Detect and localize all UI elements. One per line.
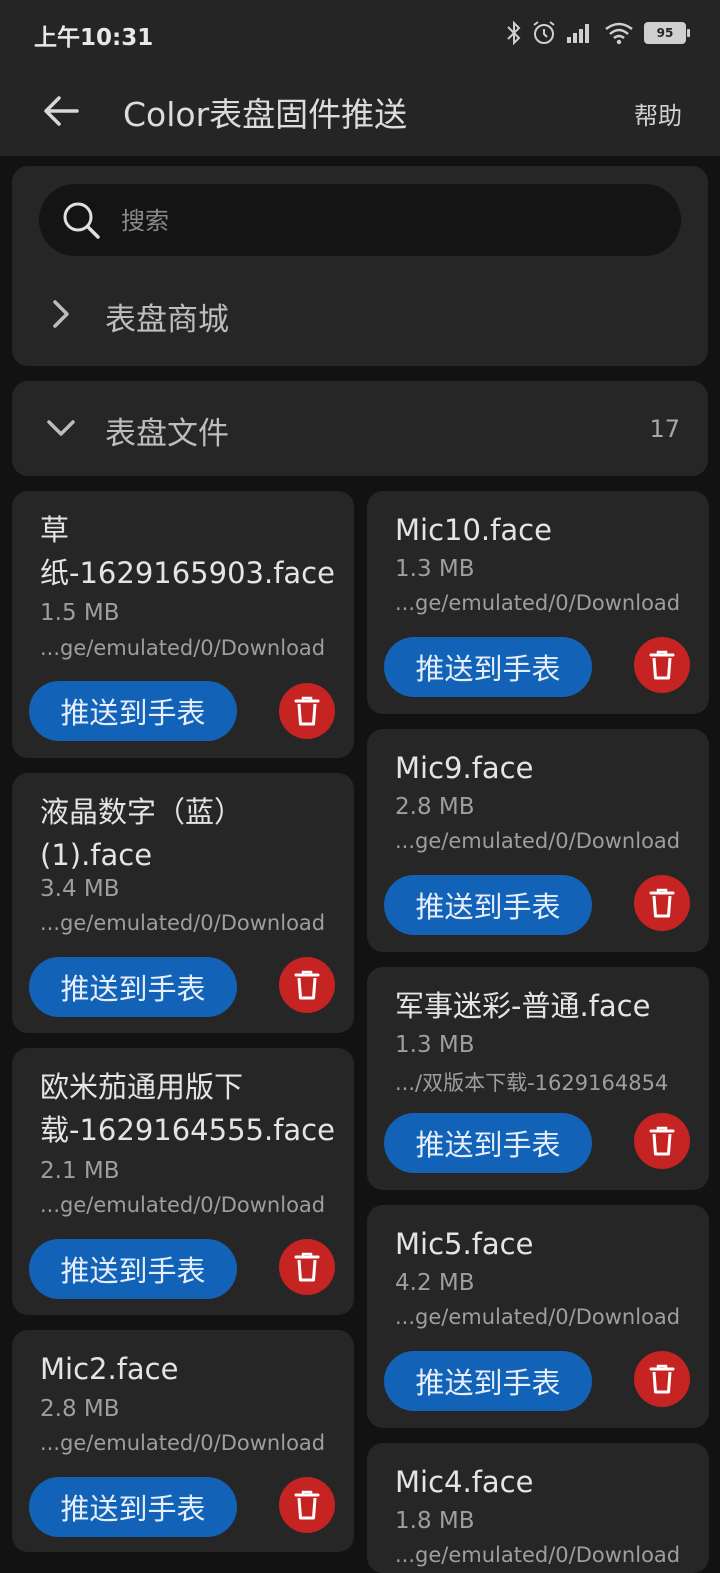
trash-icon	[649, 650, 675, 680]
files-label: 表盘文件	[105, 416, 229, 452]
push-to-watch-button[interactable]: 推送到手表	[384, 1351, 592, 1411]
push-to-watch-button[interactable]: 推送到手表	[384, 1113, 592, 1173]
page-title: Color表盘固件推送	[123, 95, 408, 134]
file-card: 欧米茄通用版下载-1629164555.face 2.1 MB ...ge/em…	[12, 1048, 354, 1315]
trash-icon	[294, 970, 320, 1000]
push-to-watch-button[interactable]: 推送到手表	[29, 681, 237, 741]
chevron-right-icon	[44, 297, 78, 331]
file-name: Mic5.face	[395, 1227, 534, 1261]
push-to-watch-button[interactable]: 推送到手表	[29, 957, 237, 1017]
file-card: Mic2.face 2.8 MB ...ge/emulated/0/Downlo…	[12, 1330, 354, 1552]
battery-level: 95	[644, 22, 686, 44]
file-card: 军事迷彩-普通.face 1.3 MB .../双版本下载-1629164854…	[367, 967, 709, 1190]
wifi-icon	[604, 21, 634, 45]
file-size: 4.2 MB	[395, 1270, 475, 1296]
file-card: 草纸-1629165903.face 1.5 MB ...ge/emulated…	[12, 491, 354, 758]
delete-button[interactable]	[634, 875, 690, 931]
files-count: 17	[649, 415, 680, 443]
status-time: 上午10:31	[34, 25, 154, 51]
status-icons: 95	[506, 14, 690, 52]
file-size: 2.8 MB	[40, 1396, 120, 1422]
push-to-watch-button[interactable]: 推送到手表	[384, 875, 592, 935]
file-name: 欧米茄通用版下载-1629164555.face	[40, 1070, 335, 1147]
file-size: 2.8 MB	[395, 794, 475, 820]
file-path: ...ge/emulated/0/Download	[40, 636, 326, 660]
trash-icon	[294, 1252, 320, 1282]
trash-icon	[294, 696, 320, 726]
file-name: Mic9.face	[395, 751, 534, 785]
store-label: 表盘商城	[105, 302, 229, 338]
file-name: 液晶数字（蓝）(1).face	[40, 795, 244, 872]
app-bar: Color表盘固件推送 帮助	[0, 66, 720, 156]
file-card: Mic10.face 1.3 MB ...ge/emulated/0/Downl…	[367, 491, 709, 714]
delete-button[interactable]	[279, 683, 335, 739]
file-size: 1.5 MB	[40, 600, 120, 626]
file-path: ...ge/emulated/0/Download	[395, 591, 681, 615]
delete-button[interactable]	[279, 957, 335, 1013]
file-card: Mic4.face 1.8 MB ...ge/emulated/0/Downlo…	[367, 1443, 709, 1573]
files-expander[interactable]: 表盘文件 17	[12, 393, 708, 463]
files-section-header[interactable]: 表盘文件 17	[12, 381, 708, 476]
trash-icon	[649, 1364, 675, 1394]
signal-icon	[566, 22, 594, 44]
search-bar[interactable]	[39, 184, 681, 256]
push-to-watch-button[interactable]: 推送到手表	[384, 637, 592, 697]
file-name: Mic10.face	[395, 513, 552, 547]
file-card: Mic9.face 2.8 MB ...ge/emulated/0/Downlo…	[367, 729, 709, 952]
help-button[interactable]: 帮助	[634, 96, 682, 131]
search-panel: 表盘商城	[12, 166, 708, 366]
delete-button[interactable]	[279, 1477, 335, 1533]
file-size: 2.1 MB	[40, 1158, 120, 1184]
push-to-watch-button[interactable]: 推送到手表	[29, 1477, 237, 1537]
delete-button[interactable]	[634, 637, 690, 693]
trash-icon	[649, 888, 675, 918]
alarm-icon	[532, 20, 556, 46]
trash-icon	[294, 1490, 320, 1520]
file-name: 草纸-1629165903.face	[40, 513, 335, 590]
file-card: 液晶数字（蓝）(1).face 3.4 MB ...ge/emulated/0/…	[12, 773, 354, 1033]
file-name: 军事迷彩-普通.face	[395, 989, 651, 1023]
file-card: Mic5.face 4.2 MB ...ge/emulated/0/Downlo…	[367, 1205, 709, 1428]
bluetooth-icon	[506, 20, 522, 46]
delete-button[interactable]	[634, 1113, 690, 1169]
file-size: 1.3 MB	[395, 556, 475, 582]
search-icon	[61, 200, 101, 244]
arrow-back-icon[interactable]	[40, 90, 82, 132]
file-path: ...ge/emulated/0/Download	[40, 1193, 326, 1217]
file-size: 1.3 MB	[395, 1032, 475, 1058]
push-to-watch-button[interactable]: 推送到手表	[29, 1239, 237, 1299]
file-size: 3.4 MB	[40, 876, 120, 902]
battery-icon: 95	[644, 22, 690, 44]
store-expander[interactable]: 表盘商城	[12, 279, 708, 349]
status-bar: 上午10:31 95	[0, 0, 720, 66]
file-path: ...ge/emulated/0/Download	[40, 911, 326, 935]
file-name: Mic2.face	[40, 1352, 179, 1386]
file-path: ...ge/emulated/0/Download	[395, 1305, 681, 1329]
chevron-down-icon	[44, 411, 78, 445]
search-input[interactable]	[119, 202, 663, 240]
file-size: 1.8 MB	[395, 1508, 475, 1534]
delete-button[interactable]	[634, 1351, 690, 1407]
file-path: .../双版本下载-1629164854	[395, 1071, 669, 1095]
file-path: ...ge/emulated/0/Download	[40, 1431, 326, 1455]
file-path: ...ge/emulated/0/Download	[395, 1543, 681, 1567]
trash-icon	[649, 1126, 675, 1156]
file-name: Mic4.face	[395, 1465, 534, 1499]
file-path: ...ge/emulated/0/Download	[395, 829, 681, 853]
delete-button[interactable]	[279, 1239, 335, 1295]
